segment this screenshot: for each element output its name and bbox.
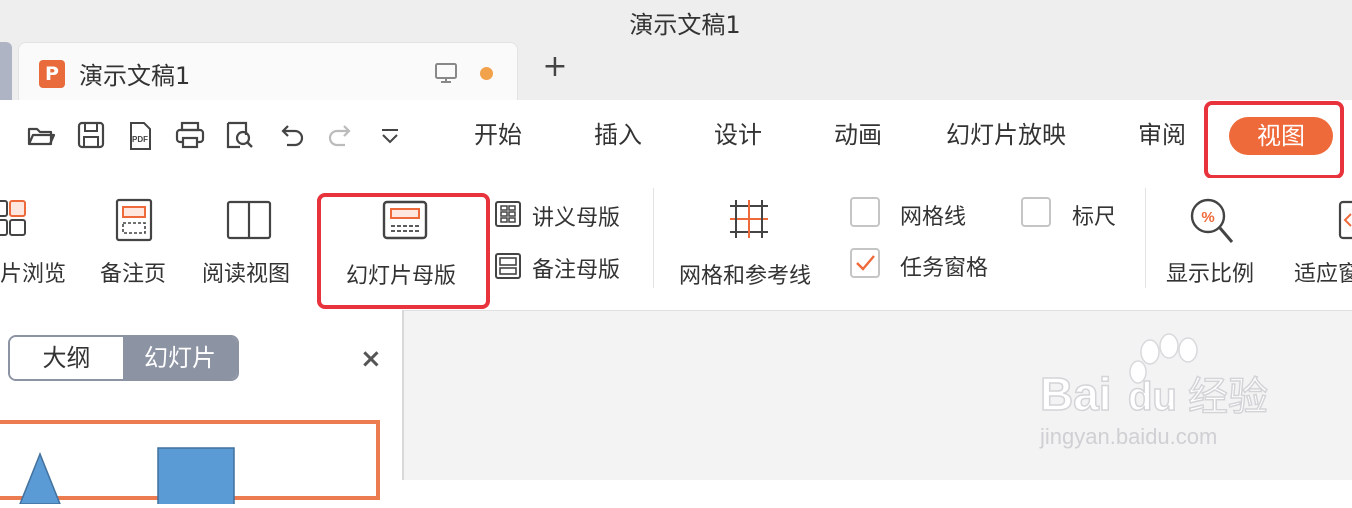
- menu-animation[interactable]: 动画: [834, 118, 882, 152]
- menu-home[interactable]: 开始: [474, 118, 522, 152]
- outline-tab[interactable]: 大纲: [10, 337, 123, 379]
- ruler-checkbox[interactable]: [1021, 197, 1051, 227]
- notes-master-icon[interactable]: [494, 252, 522, 280]
- handout-master-button[interactable]: 讲义母版: [532, 200, 620, 232]
- open-folder-icon[interactable]: [26, 120, 56, 150]
- print-icon[interactable]: [174, 120, 206, 150]
- undo-icon[interactable]: [276, 120, 306, 150]
- svg-text:du: du: [1128, 375, 1177, 419]
- slide-sorter-icon[interactable]: [0, 198, 30, 240]
- fit-window-button[interactable]: 适应窗: [1294, 256, 1352, 288]
- gridlines-checkbox[interactable]: [850, 197, 880, 227]
- slide-master-button[interactable]: 幻灯片母版: [346, 258, 456, 290]
- notes-page-button[interactable]: 备注页: [100, 256, 166, 288]
- menu-review[interactable]: 审阅: [1138, 118, 1186, 152]
- svg-text:%: %: [1201, 209, 1214, 226]
- slide-master-icon[interactable]: [382, 200, 428, 240]
- grid-guides-icon[interactable]: [726, 196, 772, 242]
- customize-toolbar-icon[interactable]: [378, 120, 402, 150]
- fit-window-icon[interactable]: [1336, 200, 1352, 240]
- view-highlight-box: [1204, 101, 1344, 179]
- baidu-watermark-logo: Bai du 经验 jingyan.baidu.com: [1039, 333, 1269, 449]
- previous-tab-stub[interactable]: [0, 42, 12, 100]
- slide-thumbnail[interactable]: [0, 420, 380, 508]
- rectangle-shape: [157, 447, 235, 508]
- task-pane-label: 任务窗格: [900, 256, 989, 281]
- notes-master-button[interactable]: 备注母版: [532, 252, 620, 284]
- close-panel-button[interactable]: ×: [360, 344, 382, 374]
- task-pane-checkbox[interactable]: [850, 248, 880, 278]
- presentation-file-icon: P: [39, 60, 65, 88]
- handout-master-icon[interactable]: [494, 200, 522, 228]
- export-pdf-icon[interactable]: PDF: [124, 120, 156, 152]
- ruler-label: 标尺: [1072, 205, 1117, 230]
- monitor-icon[interactable]: [434, 61, 458, 85]
- save-icon[interactable]: [76, 120, 106, 150]
- redo-icon[interactable]: [326, 120, 356, 150]
- document-tab[interactable]: P 演示文稿1: [18, 42, 518, 100]
- menu-design[interactable]: 设计: [714, 118, 762, 152]
- zoom-button[interactable]: 显示比例: [1166, 256, 1254, 288]
- panel-view-switch: 大纲 幻灯片: [8, 335, 239, 381]
- reading-view-icon[interactable]: [226, 200, 272, 240]
- slide-sorter-button[interactable]: 片浏览: [0, 256, 66, 288]
- grid-guides-button[interactable]: 网格和参考线: [679, 258, 811, 290]
- ribbon-separator: [653, 188, 654, 288]
- gridlines-label: 网格线: [900, 205, 967, 230]
- ribbon-separator: [1145, 188, 1146, 288]
- svg-text:经验: 经验: [1188, 374, 1268, 420]
- svg-text:jingyan.baidu.com: jingyan.baidu.com: [1039, 424, 1217, 449]
- window-title: 演示文稿1: [629, 11, 741, 39]
- slide-thumbnail-shapes: [18, 447, 235, 508]
- slides-tab[interactable]: 幻灯片: [123, 337, 237, 379]
- print-preview-icon[interactable]: [224, 120, 256, 152]
- notes-page-icon[interactable]: [114, 198, 154, 242]
- menu-slideshow[interactable]: 幻灯片放映: [946, 118, 1066, 152]
- svg-text:PDF: PDF: [132, 135, 148, 144]
- checkmark-icon: [856, 255, 875, 271]
- menu-insert[interactable]: 插入: [594, 118, 642, 152]
- triangle-shape: [18, 451, 62, 505]
- svg-text:Bai: Bai: [1040, 368, 1112, 420]
- unsaved-dot-icon: [480, 67, 493, 80]
- zoom-icon[interactable]: %: [1188, 196, 1236, 246]
- new-tab-button[interactable]: +: [540, 52, 570, 82]
- reading-view-button[interactable]: 阅读视图: [202, 256, 290, 288]
- tab-title: 演示文稿1: [79, 62, 191, 90]
- ribbon: [0, 178, 1352, 311]
